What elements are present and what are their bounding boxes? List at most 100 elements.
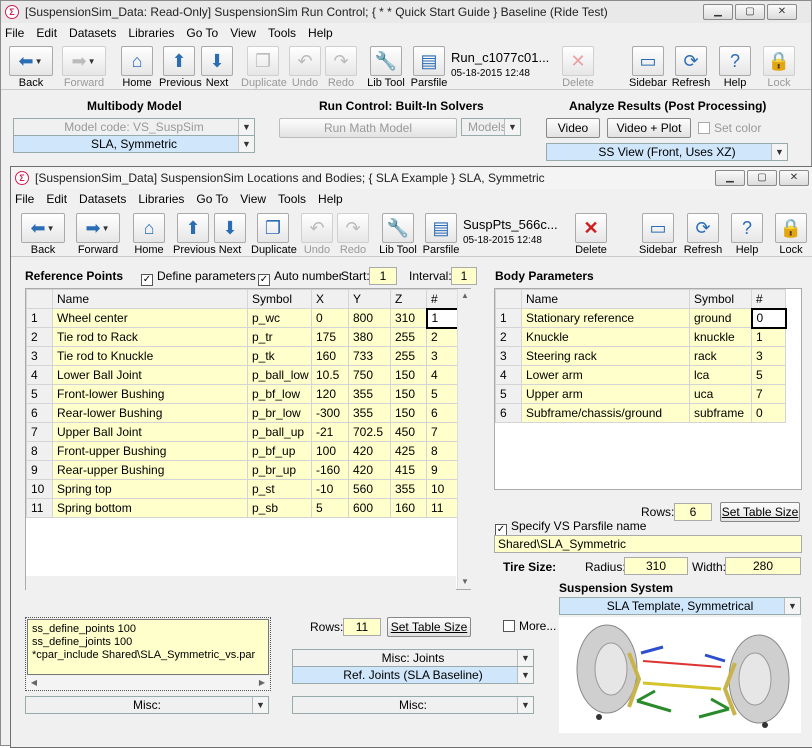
table-cell[interactable]: uca (689, 384, 752, 404)
table-cell[interactable]: p_br_low (247, 403, 312, 423)
table-cell[interactable]: p_bf_up (247, 441, 312, 461)
close-button[interactable]: ✕ (779, 170, 809, 186)
menu-help[interactable]: Help (308, 26, 333, 40)
delete-button[interactable]: ✕ Delete (571, 211, 611, 256)
table-cell[interactable]: 3 (751, 346, 786, 366)
model-code-dropdown[interactable]: Model code: VS_SuspSim ▼ (13, 118, 255, 136)
table-cell[interactable]: 255 (390, 327, 427, 347)
table-cell[interactable]: 120 (311, 384, 349, 404)
table-cell[interactable]: subframe (689, 403, 752, 423)
table-cell[interactable]: lca (689, 365, 752, 385)
table-cell[interactable]: 6 (426, 403, 458, 423)
table-cell[interactable]: 355 (348, 403, 391, 423)
table-cell[interactable]: p_tr (247, 327, 312, 347)
parsfile-name-field[interactable]: Shared\SLA_Symmetric (494, 535, 802, 553)
lib-tool-button[interactable]: 🔧 Lib Tool (377, 211, 419, 256)
table-cell[interactable]: p_sb (247, 498, 312, 518)
table-row[interactable]: 2 Tie rod to Rack p_tr 175 380 255 2 (26, 327, 458, 347)
next-button[interactable]: ⬇ Next (197, 44, 237, 89)
auto-number-checkbox[interactable]: ✓ Auto number (258, 269, 343, 286)
table-row[interactable]: 4 Lower arm lca 5 (495, 365, 786, 385)
table-cell[interactable]: p_br_up (247, 460, 312, 480)
table-cell[interactable]: 150 (390, 403, 427, 423)
specify-parsfile-checkbox[interactable]: ✓ Specify VS Parsfile name (495, 519, 646, 536)
table-cell[interactable]: Stationary reference (521, 308, 690, 328)
parsfile-button[interactable]: ▤ Parsfile (409, 44, 449, 89)
table-cell[interactable]: p_ball_up (247, 422, 312, 442)
vertical-scrollbar[interactable]: ▲ ▼ (457, 289, 471, 589)
previous-button[interactable]: ⬆ Previous (173, 211, 216, 256)
table-cell[interactable]: 355 (348, 384, 391, 404)
table-row[interactable]: 10 Spring top p_st -10 560 355 10 (26, 479, 458, 499)
table-row[interactable]: 3 Tie rod to Knuckle p_tk 160 733 255 3 (26, 346, 458, 366)
table-cell[interactable]: 415 (390, 460, 427, 480)
table-row[interactable]: 6 Rear-lower Bushing p_br_low -300 355 150 6 (26, 403, 458, 423)
table-cell[interactable]: 560 (348, 479, 391, 499)
table-cell[interactable]: Upper arm (521, 384, 690, 404)
start-field[interactable]: 1 (369, 267, 397, 285)
table-cell[interactable]: -300 (311, 403, 349, 423)
back-button[interactable]: ⬅ ▼ Back (19, 211, 67, 256)
undo-button[interactable]: ↶ Undo (285, 44, 325, 89)
ref-set-table-size-button[interactable]: Set Table Size (387, 617, 471, 637)
table-cell[interactable]: 1 (425, 307, 459, 329)
set-color-checkbox[interactable]: Set color (698, 121, 761, 135)
parsfile-button[interactable]: ▤ Parsfile (421, 211, 461, 256)
table-cell[interactable]: 0 (311, 308, 349, 328)
table-cell[interactable]: Rear-lower Bushing (52, 403, 248, 423)
table-cell[interactable]: Steering rack (521, 346, 690, 366)
horizontal-scrollbar[interactable] (26, 576, 456, 590)
previous-button[interactable]: ⬆ Previous (159, 44, 202, 89)
menu-tools[interactable]: Tools (268, 26, 296, 40)
duplicate-button[interactable]: ❐ Duplicate (241, 44, 287, 89)
lock-button[interactable]: 🔒 Lock (771, 211, 811, 256)
sidebar-button[interactable]: ▭ Sidebar (637, 211, 679, 256)
table-row[interactable]: 5 Front-lower Bushing p_bf_low 120 355 150 5 (26, 384, 458, 404)
ref-joints-dropdown[interactable]: Ref. Joints (SLA Baseline) ▼ (292, 666, 534, 684)
table-cell[interactable]: Tie rod to Knuckle (52, 346, 248, 366)
table-cell[interactable]: Tie rod to Rack (52, 327, 248, 347)
table-cell[interactable]: 7 (751, 384, 786, 404)
home-button[interactable]: ⌂ Home (117, 44, 157, 89)
table-cell[interactable]: 3 (426, 346, 458, 366)
width-field[interactable]: 280 (725, 557, 801, 575)
table-cell[interactable]: 702.5 (348, 422, 391, 442)
menu-goto[interactable]: Go To (196, 192, 228, 206)
table-cell[interactable]: 5 (311, 498, 349, 518)
table-cell[interactable]: rack (689, 346, 752, 366)
delete-button[interactable]: ✕ Delete (558, 44, 598, 89)
table-cell[interactable]: 160 (390, 498, 427, 518)
menu-datasets[interactable]: Datasets (69, 26, 116, 40)
table-cell[interactable]: 8 (426, 441, 458, 461)
misc-dropdown-middle[interactable]: Misc: ▼ (292, 696, 534, 714)
help-button[interactable]: ? Help (715, 44, 755, 89)
table-cell[interactable]: 0 (750, 307, 787, 329)
table-cell[interactable]: Rear-upper Bushing (52, 460, 248, 480)
table-cell[interactable]: 800 (348, 308, 391, 328)
table-row[interactable]: 1 Stationary reference ground 0 (495, 307, 787, 329)
minimize-button[interactable]: ▁ (715, 170, 745, 186)
minimize-button[interactable]: ▁ (703, 4, 733, 20)
body-set-table-size-button[interactable]: Set Table Size (720, 502, 800, 522)
body-rows-field[interactable]: 6 (674, 503, 712, 521)
duplicate-button[interactable]: ❐ Duplicate (251, 211, 297, 256)
suspension-template-dropdown[interactable]: SLA Template, Symmetrical ▼ (559, 597, 801, 615)
table-cell[interactable]: knuckle (689, 327, 752, 347)
table-cell[interactable]: 0 (751, 403, 786, 423)
video-plot-button[interactable]: Video + Plot (607, 118, 691, 138)
back-button[interactable]: ⬅ ▼ Back (7, 44, 55, 89)
redo-button[interactable]: ↷ Redo (333, 211, 373, 256)
sidebar-button[interactable]: ▭ Sidebar (627, 44, 669, 89)
menu-edit[interactable]: Edit (46, 192, 67, 206)
table-cell[interactable]: -10 (311, 479, 349, 499)
table-row[interactable]: 11 Spring bottom p_sb 5 600 160 11 (26, 498, 458, 518)
table-cell[interactable]: Upper Ball Joint (52, 422, 248, 442)
menu-edit[interactable]: Edit (36, 26, 57, 40)
table-cell[interactable]: Front-upper Bushing (52, 441, 248, 461)
table-cell[interactable]: 600 (348, 498, 391, 518)
table-row[interactable]: 8 Front-upper Bushing p_bf_up 100 420 425 8 (26, 441, 458, 461)
table-cell[interactable]: Knuckle (521, 327, 690, 347)
table-cell[interactable]: 10 (426, 479, 458, 499)
table-cell[interactable]: Spring top (52, 479, 248, 499)
undo-button[interactable]: ↶ Undo (297, 211, 337, 256)
